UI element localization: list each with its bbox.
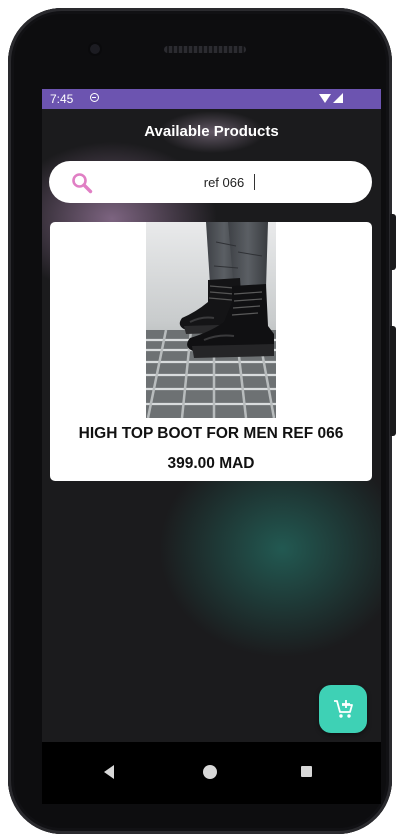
text-cursor bbox=[254, 174, 255, 190]
earpiece-speaker bbox=[164, 46, 246, 53]
do-not-disturb-icon bbox=[90, 93, 99, 102]
product-name: HIGH TOP BOOT FOR MEN REF 066 bbox=[78, 425, 344, 442]
search-icon[interactable] bbox=[71, 172, 93, 194]
recents-icon[interactable] bbox=[301, 766, 312, 777]
product-price: 399.00 MAD bbox=[167, 455, 255, 472]
power-button bbox=[390, 214, 396, 270]
product-card[interactable]: HIGH TOP BOOT FOR MEN REF 066 399.00 MAD bbox=[50, 222, 372, 481]
add-to-cart-icon bbox=[334, 700, 353, 718]
status-bar: 7:45 bbox=[42, 89, 381, 109]
app-screen: 7:45 Available Products ref 066 HIGH TOP… bbox=[42, 89, 381, 804]
back-icon[interactable] bbox=[102, 764, 116, 780]
signal-icon bbox=[333, 93, 343, 103]
phone-frame: 7:45 Available Products ref 066 HIGH TOP… bbox=[8, 8, 396, 834]
page-title: Available Products bbox=[144, 123, 279, 140]
search-bar[interactable] bbox=[49, 161, 372, 203]
front-camera bbox=[90, 44, 100, 54]
product-image[interactable] bbox=[146, 222, 276, 418]
system-navigation-bar bbox=[42, 742, 381, 804]
volume-button bbox=[390, 326, 396, 436]
wifi-icon bbox=[319, 94, 331, 103]
status-time: 7:45 bbox=[50, 92, 74, 106]
home-icon[interactable] bbox=[203, 765, 217, 779]
search-input[interactable] bbox=[109, 161, 339, 203]
cart-button[interactable] bbox=[319, 685, 367, 733]
